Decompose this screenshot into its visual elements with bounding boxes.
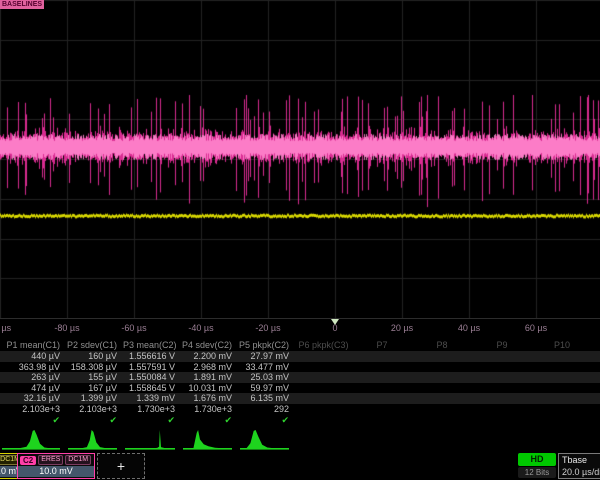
time-tick-label: 0 [332, 323, 337, 333]
measurement-value: 160 µV [66, 351, 123, 361]
measurement-value: 1.558645 V [123, 383, 181, 393]
measurement-value: 440 µV [0, 351, 66, 361]
measurement-value: 363.98 µV [0, 362, 66, 372]
measurement-value: 2.200 mV [181, 351, 238, 361]
measurement-table: P1 mean(C1)P2 sdev(C1)P3 mean(C2)P4 sdev… [0, 338, 600, 426]
measurement-value: 6.135 mV [238, 393, 295, 403]
param-header-4[interactable]: P4 sdev(C2) [181, 340, 238, 350]
measurement-value: 155 µV [66, 372, 123, 382]
measurement-value: 1.339 mV [123, 393, 181, 403]
waveform-display[interactable] [0, 0, 600, 318]
P4-histicon [181, 427, 238, 452]
bottom-bar: DC1M 10.0 mV C2 ERES DC1M 10.0 mV + HD 1… [0, 452, 600, 480]
status-check-icon: ✔ [66, 415, 123, 426]
c2-coupling-badge: DC1M [65, 455, 91, 465]
measurement-stat-row: 263 µV155 µV1.550084 V1.891 mV25.03 mV [0, 372, 600, 383]
status-check-icon: ✔ [123, 415, 181, 426]
time-tick-label: -60 µs [121, 323, 146, 333]
time-tick-label: 20 µs [391, 323, 413, 333]
time-tick-label: -100 µs [0, 323, 11, 333]
measurement-value: 2.968 mV [181, 362, 238, 372]
param-header-6[interactable]: P6 pkpk(C3) [295, 340, 352, 350]
time-axis: -100 µs -80 µs -60 µs -40 µs -20 µs 0 20 µs 40 … [0, 318, 600, 338]
measurement-value: 1.891 mV [181, 372, 238, 382]
status-check-icon: ✔ [0, 415, 66, 426]
c2-channel-badge: C2 [20, 456, 36, 465]
add-trace-button[interactable]: + [97, 453, 145, 479]
oscilloscope-screen: BASELINES -100 µs -80 µs -60 µs -40 µs -20 µ… [0, 0, 600, 480]
hd-mode-badge[interactable]: HD [518, 453, 556, 466]
measurement-value: 263 µV [0, 372, 66, 382]
P2-histicon [66, 427, 123, 452]
P3-histicon [123, 427, 181, 452]
time-tick-label: -20 µs [255, 323, 280, 333]
param-header-7[interactable]: P7 [352, 340, 412, 350]
hd-bits-label: 12 Bits [518, 467, 556, 478]
timebase-descriptor[interactable]: Tbase 20.0 µs/div [558, 453, 600, 479]
c2-scale-value: 10.0 mV [18, 466, 94, 477]
param-header-1[interactable]: P1 mean(C1) [0, 340, 66, 350]
measurement-value: 59.97 mV [238, 383, 295, 393]
measurement-value: 33.477 mV [238, 362, 295, 372]
param-header-2[interactable]: P2 sdev(C1) [66, 340, 123, 350]
measurement-value: 10.031 mV [181, 383, 238, 393]
measurement-value: 1.550084 V [123, 372, 181, 382]
measurement-header-row: P1 mean(C1)P2 sdev(C1)P3 mean(C2)P4 sdev… [0, 338, 600, 351]
P5-histicon [238, 427, 295, 452]
measurement-value: 25.03 mV [238, 372, 295, 382]
measurement-value: 1.730e+3 [181, 404, 238, 414]
measurement-stat-row: 2.103e+32.103e+31.730e+31.730e+3292 [0, 404, 600, 415]
measurement-value: 2.103e+3 [66, 404, 123, 414]
measurement-value: 1.676 mV [181, 393, 238, 403]
time-tick-label: 60 µs [525, 323, 547, 333]
measurement-value: 1.556616 V [123, 351, 181, 361]
trace-annotation-label: BASELINES [0, 0, 44, 9]
param-header-10[interactable]: P10 [532, 340, 592, 350]
channel-descriptor-c2[interactable]: C2 ERES DC1M 10.0 mV [17, 453, 95, 479]
measurement-value: 158.308 µV [66, 362, 123, 372]
measurement-value: 1.399 µV [66, 393, 123, 403]
measurement-stat-row: 32.16 µV1.399 µV1.339 mV1.676 mV6.135 mV [0, 393, 600, 404]
measurement-histicons [0, 427, 600, 452]
measurement-value: 292 [238, 404, 295, 414]
measurement-value: 27.97 mV [238, 351, 295, 361]
measurement-value: 1.557591 V [123, 362, 181, 372]
c2-eres-badge: ERES [38, 455, 63, 465]
time-tick-label: -80 µs [54, 323, 79, 333]
plus-icon: + [117, 458, 125, 474]
measurement-stat-row: 474 µV167 µV1.558645 V10.031 mV59.97 mV [0, 383, 600, 394]
param-header-8[interactable]: P8 [412, 340, 472, 350]
timebase-scale: 20.0 µs/div [559, 466, 600, 478]
param-header-5[interactable]: P5 pkpk(C2) [238, 340, 295, 350]
time-tick-label: 40 µs [458, 323, 480, 333]
time-tick-label: -40 µs [188, 323, 213, 333]
status-check-icon: ✔ [181, 415, 238, 426]
timebase-title: Tbase [559, 454, 600, 466]
measurement-value: 2.103e+3 [0, 404, 66, 414]
measurement-value: 1.730e+3 [123, 404, 181, 414]
status-check-icon: ✔ [238, 415, 295, 426]
measurement-value: 167 µV [66, 383, 123, 393]
measurement-stat-row: 363.98 µV158.308 µV1.557591 V2.968 mV33.… [0, 362, 600, 373]
measurement-value: 32.16 µV [0, 393, 66, 403]
measurement-value: 474 µV [0, 383, 66, 393]
measurement-stat-row: 440 µV160 µV1.556616 V2.200 mV27.97 mV [0, 351, 600, 362]
param-header-3[interactable]: P3 mean(C2) [123, 340, 181, 350]
P1-histicon [0, 427, 66, 452]
param-header-9[interactable]: P9 [472, 340, 532, 350]
measurement-status-row: ✔✔✔✔✔ [0, 414, 600, 426]
